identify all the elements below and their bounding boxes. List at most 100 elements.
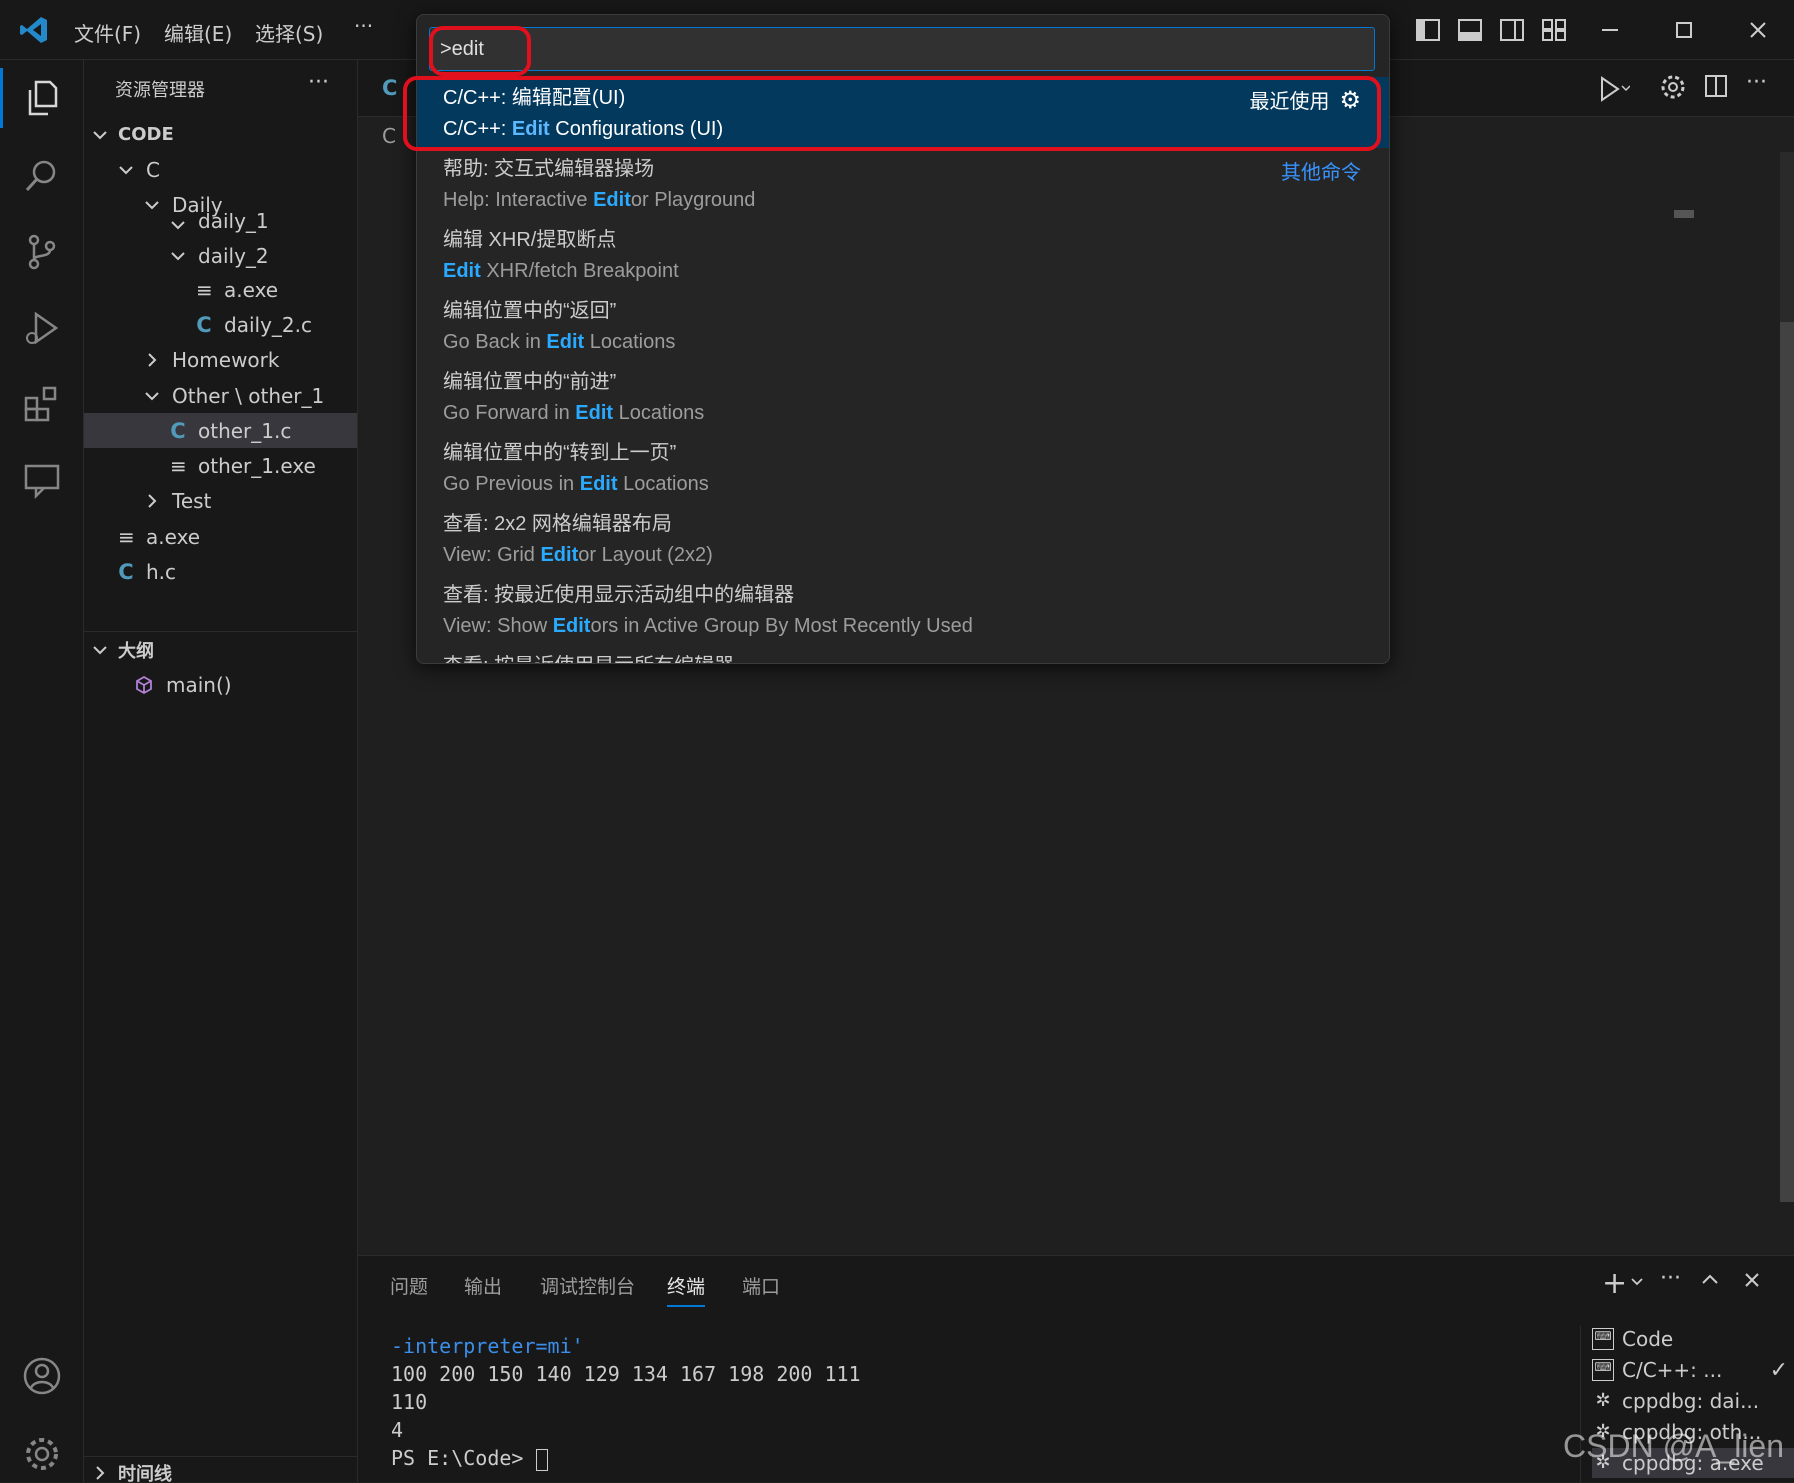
terminal-list-item[interactable]: ⌨ C/C++: ... ✓ [1592,1355,1794,1385]
tab-ports[interactable]: 端口 [742,1272,780,1299]
tab-output[interactable]: 输出 [464,1272,502,1299]
tree-item[interactable]: Test [84,483,357,518]
recently-used-badge: 最近使用 ⚙ [1249,85,1361,114]
minimize-icon[interactable] [1594,16,1626,44]
terminal-list-item[interactable]: ⌨ Code [1592,1324,1794,1354]
command-item-label: 查看: 2x2 网格编辑器布局 [443,513,672,535]
tree-item[interactable]: Ch.c [84,554,357,589]
c-file-icon: C [170,418,186,443]
terminal-line: 100 200 150 140 129 134 167 198 200 111 [391,1362,861,1386]
maximize-panel-icon[interactable] [1700,1270,1722,1292]
command-item-label: 编辑位置中的“返回” [443,300,617,322]
chevron-down-icon[interactable] [1630,1274,1644,1288]
command-palette: C/C++: 编辑配置(UI) C/C++: Edit Configuration… [416,14,1390,664]
settings-gear-icon[interactable] [1660,74,1690,104]
command-detail-text: or Layout (2x2) [578,544,713,566]
activity-bar [0,60,84,1482]
tree-item[interactable]: Other \ other_1 [84,378,357,413]
new-terminal-plus-icon[interactable]: + [1602,1266,1627,1301]
manage-gear-icon[interactable] [18,1430,66,1478]
outline-header[interactable]: 大纲 [84,632,357,667]
configure-keybinding-gear-icon[interactable]: ⚙ [1339,86,1361,114]
exe-file-icon: ≡ [118,524,135,549]
extensions-icon[interactable] [18,380,66,428]
breadcrumb[interactable]: C [382,124,396,148]
terminal-line: 110 [391,1390,428,1414]
sidebar-more-button[interactable]: ··· [308,70,329,95]
command-item[interactable]: 帮助: 交互式编辑器操场 Help: Interactive Editor Pla… [417,148,1389,219]
toggle-primary-sidebar-icon[interactable] [1412,16,1444,44]
terminal-list-item[interactable]: ✲ cppdbg: dai... [1592,1386,1794,1416]
remote-explorer-icon[interactable] [18,456,66,504]
command-item[interactable]: 查看: 2x2 网格编辑器布局 View: Grid Editor Layout … [417,503,1389,574]
tab-debug-console[interactable]: 调试控制台 [540,1272,635,1299]
workspace-name: CODE [118,124,174,145]
command-item[interactable]: 编辑位置中的“返回” Go Back in Edit Locations [417,290,1389,361]
split-editor-icon[interactable] [1704,74,1734,104]
tree-item[interactable]: C [84,152,357,187]
tree-item-label: a.exe [224,277,279,302]
command-item[interactable]: C/C++: 编辑配置(UI) C/C++: Edit Configuration… [417,77,1389,148]
workspace-header[interactable]: CODE [84,117,357,152]
command-item-label: 编辑位置中的“前进” [443,371,617,393]
tab-problems[interactable]: 问题 [390,1272,428,1299]
toggle-panel-icon[interactable] [1454,16,1486,44]
sidebar-title: 资源管理器 [115,80,205,101]
command-detail-text: Go Forward in [443,402,576,424]
command-item[interactable]: 编辑位置中的“转到上一页” Go Previous in Edit Locatio… [417,432,1389,503]
command-palette-input[interactable] [429,27,1375,71]
terminal-prompt[interactable]: PS E:\Code> [391,1446,548,1471]
command-detail-text: Locations [584,331,676,353]
command-detail-text: C/C++: [443,118,512,140]
command-item-detail: Help: Interactive Editor Playground [443,184,1389,216]
tree-item[interactable]: ≡ other_1.exe [84,448,357,483]
close-window-icon[interactable] [1742,16,1774,44]
command-detail-text: ors in Active Group By Most Recently Use… [590,615,973,637]
editor-scrollbar[interactable] [1780,152,1794,1202]
menu-file[interactable]: 文件(F) [74,18,141,47]
outline-title: 大纲 [118,640,154,662]
customize-layout-icon[interactable] [1538,16,1570,44]
command-item-detail: Go Forward in Edit Locations [443,397,1389,429]
maximize-icon[interactable] [1668,16,1700,44]
timeline-header[interactable]: 时间线 [84,1460,357,1482]
editor-more-button[interactable]: ··· [1746,70,1767,95]
accounts-icon[interactable] [18,1352,66,1400]
close-panel-icon[interactable] [1742,1270,1764,1292]
tree-item[interactable]: daily_2 [84,238,357,273]
terminal-list-label: cppdbg: dai... [1622,1389,1760,1413]
editor-tab-file-icon[interactable]: C [382,76,397,100]
tree-item[interactable]: Cdaily_2.c [84,307,357,342]
vscode-logo-icon [18,14,50,46]
command-detail-match: Edit [511,118,550,140]
run-debug-icon[interactable] [18,304,66,352]
command-item[interactable]: 编辑 XHR/提取断点 Edit XHR/fetch Breakpoint [417,219,1389,290]
tree-item[interactable]: Cother_1.c [84,413,357,448]
chevron-down-icon [93,645,107,654]
command-item[interactable]: 编辑位置中的“前进” Go Forward in Edit Locations [417,361,1389,432]
menu-edit[interactable]: 编辑(E) [164,18,232,47]
tree-item[interactable]: daily_1 [84,213,357,233]
menu-selection[interactable]: 选择(S) [255,18,323,47]
c-file-icon: C [118,559,134,584]
source-control-icon[interactable] [18,228,66,276]
toggle-secondary-sidebar-icon[interactable] [1496,16,1528,44]
tree-item[interactable]: Homework [84,342,357,377]
exe-file-icon: ≡ [170,453,187,478]
chevron-down-icon [119,165,133,174]
tree-item-label: a.exe [146,524,201,549]
tab-terminal[interactable]: 终端 [667,1272,706,1307]
menu-more[interactable]: ··· [354,14,373,38]
other-commands-link[interactable]: 其他命令 [1281,156,1361,185]
minimap[interactable] [1674,210,1694,218]
outline-item[interactable]: main() [84,667,357,702]
panel-more-button[interactable]: ··· [1660,1266,1681,1291]
divider [84,1456,357,1457]
tree-item[interactable]: ≡ a.exe [84,519,357,554]
explorer-icon[interactable] [18,74,66,122]
search-icon[interactable] [18,152,66,200]
tree-item[interactable]: ≡ a.exe [84,272,357,307]
command-item[interactable]: 查看: 按最近使用显示所有编辑器 [417,645,1389,663]
command-item[interactable]: 查看: 按最近使用显示活动组中的编辑器 View: Show Editors in… [417,574,1389,645]
run-file-icon[interactable] [1596,74,1631,104]
